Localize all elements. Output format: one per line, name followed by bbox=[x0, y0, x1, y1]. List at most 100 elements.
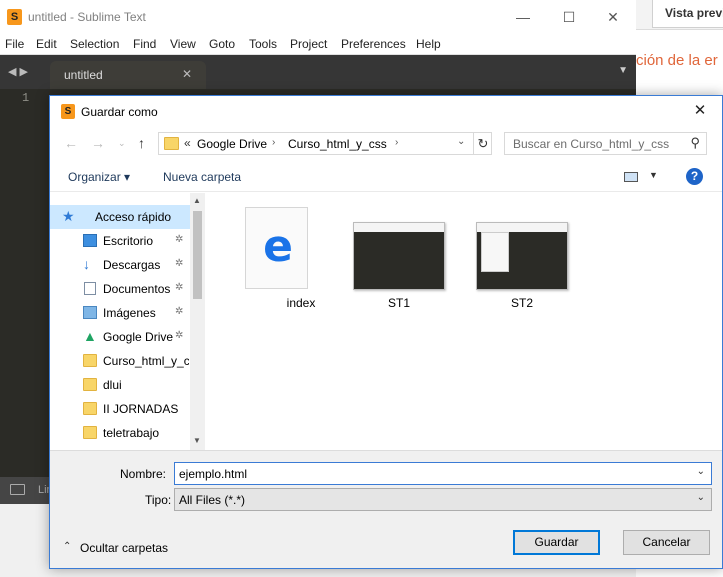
cancel-button[interactable]: Cancelar bbox=[623, 530, 710, 555]
folder-icon bbox=[83, 402, 97, 415]
save-button[interactable]: Guardar bbox=[513, 530, 600, 555]
tab-nav-arrows-icon[interactable]: ◀▶ bbox=[8, 65, 31, 78]
browser-topbar: Vista previa bbox=[636, 0, 723, 30]
tab-untitled[interactable]: untitled ✕ bbox=[50, 61, 206, 89]
google-drive-icon: ▲ bbox=[83, 328, 97, 344]
menu-goto[interactable]: Goto bbox=[209, 37, 235, 51]
file-type-label: Tipo: bbox=[145, 493, 172, 507]
file-list: e index ST1 ST2 bbox=[205, 193, 722, 450]
pin-icon[interactable]: ✲ bbox=[175, 306, 183, 317]
nav-item-label: Curso_html_y_css bbox=[103, 354, 189, 368]
chevron-down-icon[interactable]: ⌄ bbox=[457, 136, 465, 147]
menu-file[interactable]: File bbox=[5, 37, 24, 51]
menu-tools[interactable]: Tools bbox=[249, 37, 277, 51]
pin-icon[interactable]: ✲ bbox=[175, 258, 183, 269]
new-folder-button[interactable]: Nueva carpeta bbox=[163, 170, 241, 184]
chevron-down-icon[interactable]: ⌄ bbox=[697, 466, 705, 477]
view-mode-dropdown-icon[interactable]: ▼ bbox=[649, 170, 658, 180]
nav-item-ii-jornadas[interactable]: II JORNADAS bbox=[50, 397, 190, 421]
navigation-pane: ★ Acceso rápido Escritorio ✲ ↓ Descargas… bbox=[50, 193, 205, 450]
file-item-st1[interactable]: ST1 bbox=[353, 207, 453, 317]
file-name-input[interactable] bbox=[175, 463, 685, 484]
file-name-label: Nombre: bbox=[120, 467, 167, 481]
menu-edit[interactable]: Edit bbox=[36, 37, 57, 51]
close-icon[interactable]: ✕ bbox=[678, 96, 722, 126]
scroll-up-icon[interactable]: ▲ bbox=[193, 196, 201, 205]
folder-icon bbox=[83, 426, 97, 439]
preview-tab-button[interactable]: Vista previa bbox=[652, 0, 723, 28]
nav-item-curso-html-y-css[interactable]: Curso_html_y_css bbox=[50, 349, 190, 373]
minimize-icon[interactable]: — bbox=[500, 0, 546, 34]
pin-icon[interactable]: ✲ bbox=[175, 330, 183, 341]
help-icon[interactable]: ? bbox=[686, 168, 703, 185]
nav-item-pictures[interactable]: Imágenes ✲ bbox=[50, 301, 190, 325]
nav-item-label: Escritorio bbox=[103, 234, 154, 248]
forward-arrow-icon[interactable]: → bbox=[91, 135, 105, 151]
nav-item-downloads[interactable]: ↓ Descargas ✲ bbox=[50, 253, 190, 277]
edge-logo-icon: e bbox=[263, 221, 293, 272]
view-mode-icon[interactable] bbox=[624, 172, 638, 182]
save-as-dialog: S Guardar como ✕ ← → ⌄ ↑ « Google Drive … bbox=[49, 95, 723, 569]
nav-item-label: Documentos bbox=[103, 282, 171, 296]
organize-button[interactable]: Organizar ▾ bbox=[68, 170, 130, 184]
menu-help[interactable]: Help bbox=[416, 37, 441, 51]
dialog-title: Guardar como bbox=[81, 105, 158, 119]
menu-preferences[interactable]: Preferences bbox=[341, 37, 406, 51]
scrollbar-thumb[interactable] bbox=[193, 211, 202, 299]
file-name: ST2 bbox=[510, 296, 533, 310]
search-input[interactable] bbox=[505, 133, 685, 154]
address-bar[interactable]: « Google Drive › Curso_html_y_css › ⌄ ↻ bbox=[158, 132, 492, 155]
file-type-value: All Files (*.*) bbox=[179, 493, 246, 507]
file-type-select[interactable]: All Files (*.*) ⌄ bbox=[174, 488, 712, 511]
panel-toggle-icon[interactable] bbox=[10, 484, 25, 495]
file-item-st2[interactable]: ST2 bbox=[476, 207, 576, 317]
scroll-down-icon[interactable]: ▼ bbox=[193, 436, 201, 445]
nav-item-label: Descargas bbox=[103, 258, 161, 272]
breadcrumb-chevron-icon[interactable]: › bbox=[395, 137, 398, 148]
save-form: Nombre: ⌄ Tipo: All Files (*.*) ⌄ ⌃ Ocul… bbox=[50, 450, 722, 568]
nav-item-documents[interactable]: Documentos ✲ bbox=[50, 277, 190, 301]
desktop-icon bbox=[83, 234, 97, 247]
back-arrow-icon[interactable]: ← bbox=[64, 135, 78, 151]
up-arrow-icon[interactable]: ↑ bbox=[138, 135, 145, 151]
nav-item-dlui[interactable]: dlui bbox=[50, 373, 190, 397]
close-icon[interactable]: ✕ bbox=[590, 0, 636, 34]
file-name-combobox[interactable]: ⌄ bbox=[174, 462, 712, 485]
tab-list-dropdown-icon[interactable]: ▼ bbox=[618, 65, 628, 76]
image-thumbnail bbox=[476, 222, 568, 290]
breadcrumb-chevron-icon[interactable]: › bbox=[272, 137, 275, 148]
pin-icon[interactable]: ✲ bbox=[175, 282, 183, 293]
breadcrumb-overflow[interactable]: « bbox=[184, 136, 191, 150]
search-icon[interactable]: ⚲ bbox=[690, 135, 700, 151]
breadcrumb-curso-html-y-css[interactable]: Curso_html_y_css bbox=[288, 137, 387, 151]
menu-view[interactable]: View bbox=[170, 37, 196, 51]
nav-item-desktop[interactable]: Escritorio ✲ bbox=[50, 229, 190, 253]
folder-icon bbox=[83, 354, 97, 367]
nav-item-teletrabajo[interactable]: teletrabajo bbox=[50, 421, 190, 445]
tab-close-icon[interactable]: ✕ bbox=[182, 67, 192, 81]
search-box[interactable]: ⚲ bbox=[504, 132, 707, 155]
folder-icon bbox=[83, 378, 97, 391]
menu-selection[interactable]: Selection bbox=[70, 37, 119, 51]
menu-find[interactable]: Find bbox=[133, 37, 156, 51]
nav-item-google-drive[interactable]: ▲ Google Drive ✲ bbox=[50, 325, 190, 349]
hide-folders-button[interactable]: Ocultar carpetas bbox=[80, 541, 168, 555]
menu-bar: File Edit Selection Find View Goto Tools… bbox=[0, 34, 636, 55]
pin-icon[interactable]: ✲ bbox=[175, 234, 183, 245]
maximize-icon[interactable]: ☐ bbox=[546, 0, 592, 34]
nav-item-quick-access[interactable]: ★ Acceso rápido bbox=[50, 205, 190, 229]
nav-item-label: teletrabajo bbox=[103, 426, 160, 440]
file-name: index bbox=[286, 296, 316, 310]
menu-project[interactable]: Project bbox=[290, 37, 327, 51]
line-number: 1 bbox=[22, 91, 30, 105]
breadcrumb-google-drive[interactable]: Google Drive bbox=[197, 137, 267, 151]
browser-page-heading: ción de la er bbox=[636, 52, 718, 69]
sublime-logo-icon: S bbox=[7, 9, 22, 25]
chevron-up-icon[interactable]: ⌃ bbox=[63, 541, 71, 552]
nav-item-label: Acceso rápido bbox=[95, 210, 172, 224]
file-item-index[interactable]: e index bbox=[229, 207, 329, 317]
recent-locations-chevron-icon[interactable]: ⌄ bbox=[118, 138, 126, 149]
nav-scrollbar[interactable]: ▲ ▼ bbox=[190, 193, 205, 450]
refresh-icon[interactable]: ↻ bbox=[473, 133, 492, 154]
chevron-down-icon[interactable]: ⌄ bbox=[697, 492, 705, 503]
